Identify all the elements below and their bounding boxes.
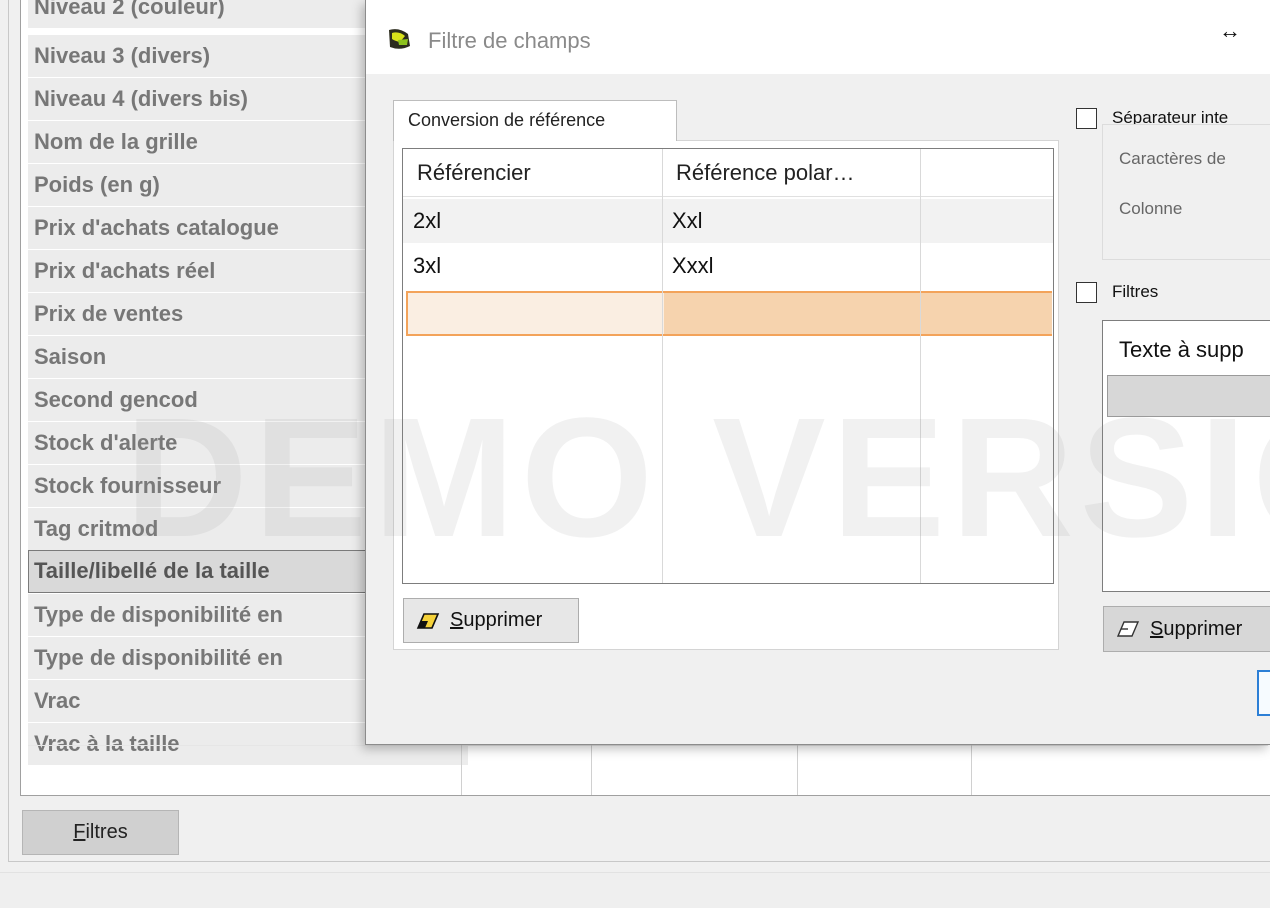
window-border-bottom	[8, 861, 1270, 862]
window-border	[8, 0, 9, 862]
new-row-selected[interactable]	[406, 291, 1052, 336]
delete-filter-button[interactable]: Supprimer	[1103, 606, 1270, 652]
characters-label: Caractères de	[1119, 149, 1226, 168]
resize-horizontal-icon[interactable]: ↔	[1219, 18, 1241, 44]
list-item-label: Second gencod	[34, 387, 198, 412]
delete-button-accel: S	[450, 609, 464, 631]
column-divider	[591, 745, 592, 795]
default-button-edge[interactable]	[1257, 670, 1270, 716]
delete-button-label: upprimer	[463, 609, 543, 631]
filters-button-accel: F	[73, 821, 86, 843]
list-item-label: Prix d'achats catalogue	[34, 215, 279, 240]
table-cell[interactable]: Xxxl	[662, 244, 714, 289]
screen: Niveau 2 (couleur) Niveau 3 (divers) Niv…	[0, 0, 1270, 908]
filters-list-selected-row[interactable]	[1107, 375, 1270, 417]
list-item-label: Prix de ventes	[34, 301, 184, 326]
column-divider	[461, 745, 462, 795]
new-row-cell-highlight	[664, 293, 1052, 334]
list-item-label: Stock d'alerte	[34, 430, 178, 455]
list-item-label: Vrac à la taille	[34, 731, 180, 756]
conversion-grid[interactable]: Référencier Référence polar… 2xl Xxl 3xl…	[402, 148, 1054, 584]
table-cell[interactable]: 3xl	[403, 244, 441, 289]
column-header-referencier[interactable]: Référencier	[403, 149, 661, 197]
table-cell[interactable]: Xxl	[662, 199, 703, 244]
column-divider	[797, 745, 798, 795]
eraser-icon	[416, 612, 440, 629]
list-item-label: Stock fournisseur	[34, 473, 222, 498]
delete-button[interactable]: Supprimer	[403, 598, 579, 643]
list-item-label: Vrac	[34, 688, 81, 713]
filters-button[interactable]: Filtres	[22, 810, 179, 855]
eraser-outline-icon	[1116, 621, 1140, 637]
list-item-label: Tag critmod	[34, 516, 159, 541]
grid-row-divider	[28, 745, 1268, 746]
field-filter-dialog: Filtre de champs ↔ Conversion de référen…	[365, 0, 1270, 745]
tab-reference-conversion[interactable]: Conversion de référence	[393, 100, 677, 141]
list-item-label: Prix d'achats réel	[34, 258, 216, 283]
list-item-label: Nom de la grille	[34, 129, 198, 154]
column-header-reference-polar[interactable]: Référence polar…	[662, 149, 920, 197]
filters-list[interactable]: Texte à supp	[1102, 320, 1270, 592]
dialog-title: Filtre de champs	[428, 28, 591, 53]
separator-checkbox[interactable]	[1076, 108, 1097, 129]
status-bar	[0, 872, 1270, 908]
list-item-label: Type de disponibilité en	[34, 645, 283, 670]
list-item-label: Niveau 4 (divers bis)	[34, 86, 248, 111]
table-cell[interactable]: 2xl	[403, 199, 441, 244]
dialog-body: Conversion de référence Référencier Réfé…	[366, 74, 1270, 744]
column-header-empty[interactable]	[921, 149, 1049, 197]
list-item-label: Niveau 3 (divers)	[34, 43, 211, 68]
table-row[interactable]: 2xl Xxl	[403, 199, 1053, 244]
delete-filter-button-label: upprimer	[1163, 617, 1243, 640]
list-item-label: Taille/libellé de la taille	[34, 558, 270, 583]
list-item-label: Saison	[34, 344, 107, 369]
list-item-label: Niveau 2 (couleur)	[34, 0, 225, 19]
column-divider	[971, 745, 972, 795]
filters-list-header[interactable]: Texte à supp	[1119, 337, 1244, 363]
grid-header: Référencier Référence polar…	[403, 149, 1053, 197]
list-item-label: Poids (en g)	[34, 172, 160, 197]
grid-column-line	[920, 149, 921, 583]
dialog-titlebar[interactable]: Filtre de champs ↔	[366, 0, 1270, 74]
filters-checkbox[interactable]	[1076, 282, 1097, 303]
delete-filter-button-accel: S	[1150, 617, 1164, 640]
table-row[interactable]: 3xl Xxxl	[403, 244, 1053, 289]
filters-label: Filtres	[1112, 282, 1159, 301]
filters-button-label: iltres	[85, 821, 128, 843]
list-item-label: Type de disponibilité en	[34, 602, 283, 627]
separator-group: Caractères de Colonne	[1102, 124, 1270, 260]
grid-column-line	[662, 149, 663, 583]
app-icon	[389, 29, 410, 49]
column-label: Colonne	[1119, 199, 1183, 218]
